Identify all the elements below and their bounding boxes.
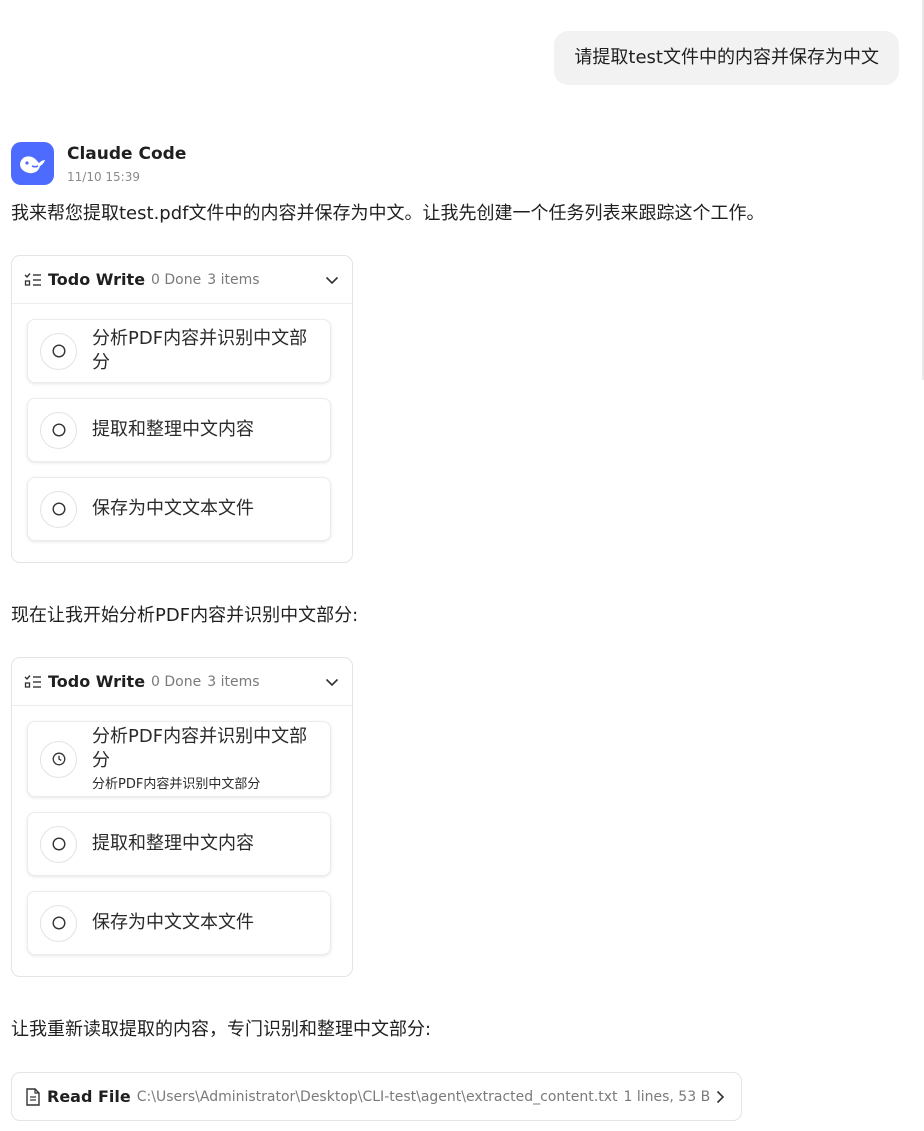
todo-items-count: 3 items (207, 271, 260, 288)
todo-item-sublabel: 分析PDF内容并识别中文部分 (92, 776, 261, 792)
chevron-down-icon[interactable] (324, 272, 340, 288)
todo-list: 分析PDF内容并识别中文部分 提取和整理中文内容 保存为中文文本文件 (12, 304, 352, 562)
todo-write-card: Todo Write 0 Done 3 items 分析PDF内容并识别中文部分 … (11, 255, 353, 563)
assistant-message-header: Claude Code 11/10 15:39 (11, 142, 186, 185)
chevron-right-icon[interactable] (712, 1089, 728, 1105)
todo-item: 保存为中文文本文件 (27, 891, 331, 955)
todo-item-label: 分析PDF内容并识别中文部分 (92, 725, 308, 771)
read-file-card[interactable]: Read File C:\Users\Administrator\Desktop… (11, 1072, 742, 1121)
empty-circle-icon (40, 490, 77, 528)
chevron-down-icon[interactable] (324, 674, 340, 690)
todo-item-label: 保存为中文文本文件 (92, 912, 254, 933)
read-file-meta: 1 lines, 53 B (623, 1088, 711, 1105)
empty-circle-icon (40, 332, 77, 370)
read-file-title: Read File (47, 1087, 131, 1106)
assistant-intro-text: 我来帮您提取test.pdf文件中的内容并保存为中文。让我先创建一个任务列表来跟… (11, 203, 765, 224)
todo-item: 分析PDF内容并识别中文部分 (27, 319, 331, 383)
todo-card-header[interactable]: Todo Write 0 Done 3 items (12, 256, 352, 304)
todo-item: 提取和整理中文内容 (27, 398, 331, 462)
empty-circle-icon (40, 825, 77, 863)
empty-circle-icon (40, 904, 77, 942)
todo-card-title: Todo Write (48, 270, 146, 289)
clock-icon (40, 740, 77, 778)
todo-item: 保存为中文文本文件 (27, 477, 331, 541)
todo-item-label: 分析PDF内容并识别中文部分 (92, 328, 308, 373)
todo-item-label: 保存为中文文本文件 (92, 498, 254, 519)
assistant-name: Claude Code (67, 144, 187, 164)
file-icon (26, 1087, 40, 1106)
user-message-bubble: 请提取test文件中的内容并保存为中文 (554, 31, 899, 85)
whale-logo-icon (11, 142, 54, 185)
todo-list: 分析PDF内容并识别中文部分 分析PDF内容并识别中文部分 提取和整理中文内容 … (12, 706, 352, 976)
empty-circle-icon (40, 411, 77, 449)
todo-done-count: 0 Done (151, 271, 202, 288)
todo-item-label: 提取和整理中文内容 (92, 833, 254, 854)
todo-item: 分析PDF内容并识别中文部分 分析PDF内容并识别中文部分 (27, 721, 331, 797)
analysis-text: 现在让我开始分析PDF内容并识别中文部分: (11, 605, 359, 626)
reread-text: 让我重新读取提取的内容，专门识别和整理中文部分: (11, 1019, 432, 1040)
todo-items-count: 3 items (207, 673, 260, 690)
todo-item: 提取和整理中文内容 (27, 812, 331, 876)
checklist-icon (24, 674, 41, 688)
todo-card-summary: 0 Done 3 items (151, 272, 259, 288)
message-timestamp: 11/10 15:39 (67, 170, 140, 184)
todo-card-summary: 0 Done 3 items (151, 674, 259, 690)
todo-card-title: Todo Write (48, 672, 146, 691)
todo-item-label: 提取和整理中文内容 (92, 419, 254, 440)
checklist-icon (24, 272, 41, 286)
todo-card-header[interactable]: Todo Write 0 Done 3 items (12, 658, 352, 706)
read-file-path: C:\Users\Administrator\Desktop\CLI-test\… (136, 1088, 618, 1105)
todo-write-card: Todo Write 0 Done 3 items 分析PDF内容并识别中文部分 … (11, 657, 353, 977)
todo-done-count: 0 Done (151, 673, 202, 690)
